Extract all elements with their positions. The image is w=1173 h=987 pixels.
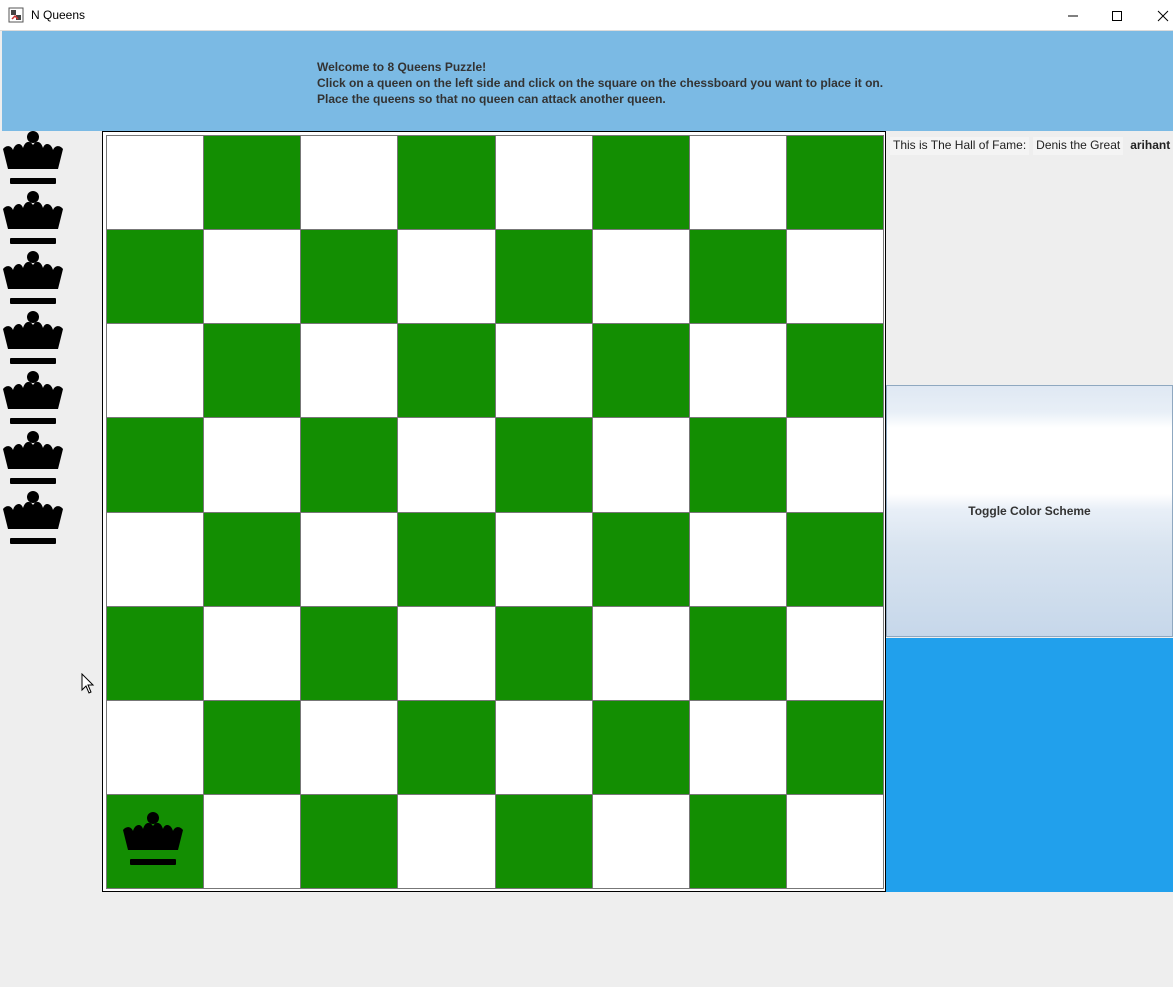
board-square[interactable] <box>785 605 884 701</box>
board-square[interactable] <box>203 511 302 607</box>
board-square[interactable] <box>494 605 593 701</box>
welcome-line: Welcome to 8 Queens Puzzle! <box>317 60 487 74</box>
tray-queen[interactable] <box>2 131 64 187</box>
instruction-line: Click on a queen on the left side and cl… <box>317 76 884 90</box>
board-square[interactable] <box>688 605 787 701</box>
tray-queen[interactable] <box>2 311 64 367</box>
chessboard-frame <box>102 131 886 892</box>
maximize-button[interactable] <box>1094 0 1140 31</box>
board-square[interactable] <box>300 793 399 889</box>
java-app-icon <box>8 7 24 23</box>
close-icon <box>1157 10 1169 21</box>
hall-of-fame-label: This is The Hall of Fame: <box>890 137 1030 155</box>
board-square[interactable] <box>397 511 496 607</box>
board-square[interactable] <box>106 793 205 889</box>
board-square[interactable] <box>785 323 884 419</box>
instructions-text: Welcome to 8 Queens Puzzle! Click on a q… <box>317 59 883 107</box>
placed-queen[interactable] <box>122 809 184 871</box>
board-square[interactable] <box>591 699 690 795</box>
minimize-icon <box>1068 15 1078 16</box>
instructions-banner: Welcome to 8 Queens Puzzle! Click on a q… <box>2 31 1173 131</box>
board-square[interactable] <box>300 699 399 795</box>
board-square[interactable] <box>785 417 884 513</box>
tray-queen[interactable] <box>2 431 64 487</box>
minimize-button[interactable] <box>1050 0 1096 31</box>
board-square[interactable] <box>494 417 593 513</box>
hall-of-fame-entry: arihant <box>1130 138 1171 152</box>
board-square[interactable] <box>300 135 399 231</box>
board-square[interactable] <box>300 605 399 701</box>
board-square[interactable] <box>591 511 690 607</box>
board-square[interactable] <box>785 699 884 795</box>
board-square[interactable] <box>203 135 302 231</box>
rule-line: Place the queens so that no queen can at… <box>317 92 666 106</box>
board-square[interactable] <box>106 135 205 231</box>
board-square[interactable] <box>494 793 593 889</box>
board-square[interactable] <box>397 793 496 889</box>
board-square[interactable] <box>397 605 496 701</box>
board-square[interactable] <box>106 511 205 607</box>
board-square[interactable] <box>688 229 787 325</box>
board-square[interactable] <box>106 323 205 419</box>
tray-queen[interactable] <box>2 491 64 547</box>
board-square[interactable] <box>397 135 496 231</box>
board-square[interactable] <box>591 229 690 325</box>
board-square[interactable] <box>494 699 593 795</box>
board-square[interactable] <box>494 135 593 231</box>
hall-of-fame: This is The Hall of Fame: Denis the Grea… <box>890 137 1173 155</box>
board-square[interactable] <box>785 793 884 889</box>
board-square[interactable] <box>688 417 787 513</box>
window-title: N Queens <box>31 8 86 22</box>
mouse-cursor-icon <box>81 673 95 694</box>
board-square[interactable] <box>591 135 690 231</box>
hall-of-fame-entry: Denis the Great <box>1033 137 1124 155</box>
board-square[interactable] <box>688 135 787 231</box>
board-square[interactable] <box>300 511 399 607</box>
board-square[interactable] <box>300 323 399 419</box>
board-square[interactable] <box>106 699 205 795</box>
board-square[interactable] <box>397 323 496 419</box>
maximize-icon <box>1112 10 1122 21</box>
board-square[interactable] <box>688 511 787 607</box>
board-square[interactable] <box>300 229 399 325</box>
tray-queen[interactable] <box>2 191 64 247</box>
board-square[interactable] <box>785 229 884 325</box>
board-square[interactable] <box>397 229 496 325</box>
chessboard <box>106 135 884 889</box>
board-square[interactable] <box>203 417 302 513</box>
close-button[interactable] <box>1140 0 1173 31</box>
board-square[interactable] <box>106 605 205 701</box>
board-square[interactable] <box>203 793 302 889</box>
board-square[interactable] <box>591 417 690 513</box>
board-square[interactable] <box>494 323 593 419</box>
tray-queen[interactable] <box>2 371 64 427</box>
queen-tray <box>0 131 100 571</box>
board-square[interactable] <box>494 229 593 325</box>
board-square[interactable] <box>591 793 690 889</box>
toggle-color-scheme-label: Toggle Color Scheme <box>968 504 1091 518</box>
toggle-color-scheme-button[interactable]: Toggle Color Scheme <box>886 385 1173 637</box>
board-square[interactable] <box>591 323 690 419</box>
board-square[interactable] <box>106 417 205 513</box>
board-square[interactable] <box>688 323 787 419</box>
title-bar: N Queens <box>0 0 1173 31</box>
board-square[interactable] <box>300 417 399 513</box>
board-square[interactable] <box>203 323 302 419</box>
board-square[interactable] <box>106 229 205 325</box>
board-square[interactable] <box>785 135 884 231</box>
board-square[interactable] <box>203 605 302 701</box>
board-square[interactable] <box>688 793 787 889</box>
board-square[interactable] <box>203 229 302 325</box>
color-preview-panel <box>886 638 1173 892</box>
board-square[interactable] <box>203 699 302 795</box>
board-square[interactable] <box>688 699 787 795</box>
board-square[interactable] <box>397 699 496 795</box>
board-square[interactable] <box>591 605 690 701</box>
board-square[interactable] <box>397 417 496 513</box>
board-square[interactable] <box>494 511 593 607</box>
tray-queen[interactable] <box>2 251 64 307</box>
board-square[interactable] <box>785 511 884 607</box>
